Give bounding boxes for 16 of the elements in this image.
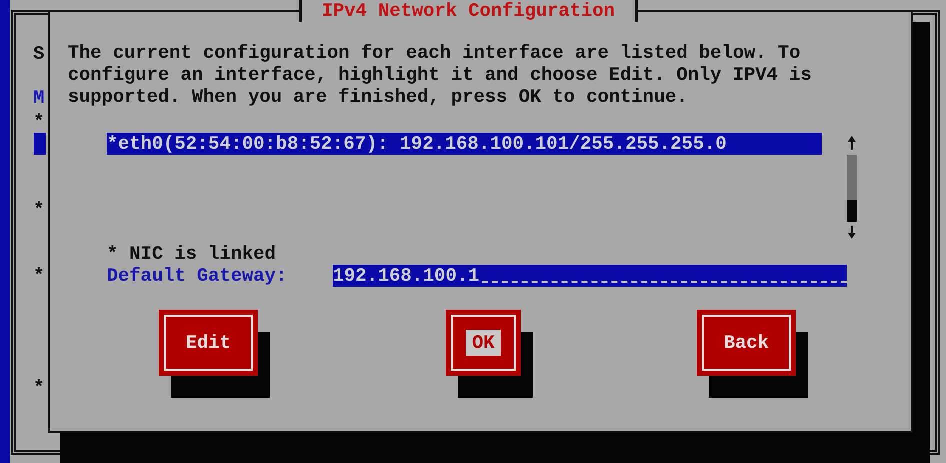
background-text: M	[32, 87, 46, 109]
interface-item[interactable]: *eth0(52:54:00:b8:52:67): 192.168.100.101/255.255.255.0	[107, 133, 822, 155]
background-text: *	[32, 377, 46, 399]
gateway-label: Default Gateway:	[107, 265, 288, 287]
dialog-title: IPv4 Network Configuration	[299, 0, 638, 22]
link-status: * NIC is linked	[106, 243, 278, 265]
dialog-button[interactable]: Back	[697, 310, 796, 376]
background-text: S	[32, 43, 46, 65]
dialog-button[interactable]: Edit	[159, 310, 258, 376]
description: The current configuration for each interface are listed below. To configure an interface, highlight it and choose Edit. Only IPV4 is supported. When you are finished, press OK to continue.	[68, 42, 813, 108]
highlight-bar	[34, 133, 46, 155]
background-text: *	[32, 111, 46, 133]
background-text: *	[32, 199, 46, 221]
dialog-button[interactable]: OK	[446, 310, 521, 376]
gateway-field[interactable]: 192.168.100.1	[333, 265, 847, 287]
background-text: *	[32, 265, 46, 287]
